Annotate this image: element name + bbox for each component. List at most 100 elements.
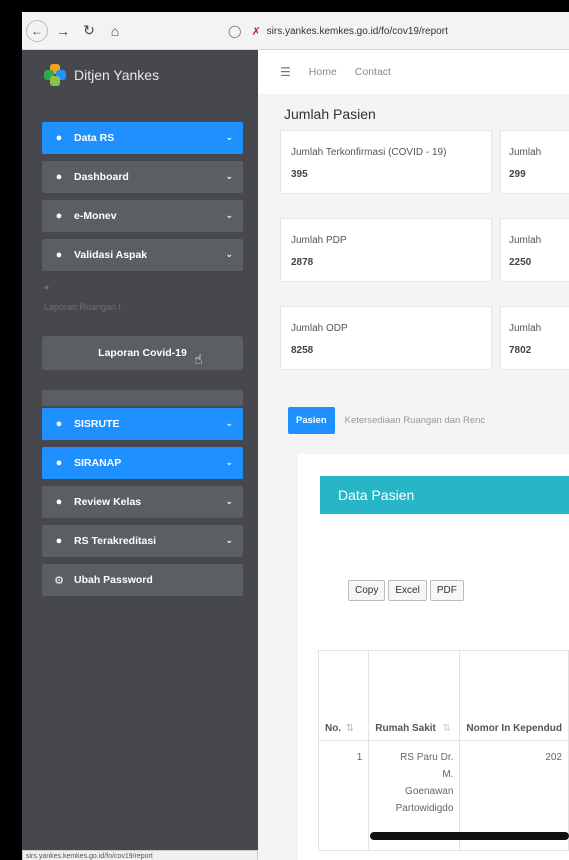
dashboard-icon: ● xyxy=(55,171,63,183)
sidebar-item-e-monev[interactable]: ● e-Monev ⌄ xyxy=(42,200,243,232)
submenu-item-ghost[interactable]: Laporan Ruangan I xyxy=(44,302,121,312)
dashboard-icon: ● xyxy=(55,496,63,508)
sidebar-item-label: Ubah Password xyxy=(74,574,153,586)
export-buttons: Copy Excel PDF xyxy=(348,580,467,601)
sidebar-item-rs-terakreditasi[interactable]: ● RS Terakreditasi ⌄ xyxy=(42,525,243,557)
dashboard-icon: ● xyxy=(55,418,63,430)
dashboard-icon: ● xyxy=(55,132,63,144)
tab-bar: Pasien Ketersediaan Ruangan dan Renc xyxy=(288,406,485,434)
stat-label: Jumlah ODP xyxy=(291,323,348,334)
top-navbar: ☰ Home Contact xyxy=(258,50,569,94)
nav-link-home[interactable]: Home xyxy=(309,66,337,78)
column-header-label: No. xyxy=(325,723,342,734)
sidebar-item-review-kelas[interactable]: ● Review Kelas ⌄ xyxy=(42,486,243,518)
dashboard-icon: ● xyxy=(55,210,63,222)
page-title: Jumlah Pasien xyxy=(284,106,376,122)
sort-icon: ⇅ xyxy=(442,723,452,734)
chevron-down-icon: ⌄ xyxy=(225,249,233,259)
cell-line: RS Paru Dr. xyxy=(400,752,454,763)
main-content: ☰ Home Contact Jumlah Pasien Jumlah Terk… xyxy=(258,50,569,860)
cell-line: Goenawan xyxy=(405,786,454,797)
screen-frame: ← → ↻ ⌂ ◯ ✗ sirs.yankes.kemkes.go.id/fo/… xyxy=(0,0,569,860)
stat-label: Jumlah xyxy=(509,323,542,334)
tab-pasien[interactable]: Pasien xyxy=(288,406,335,434)
cell-no: 1 xyxy=(317,740,370,851)
stat-card: Jumlah 7802 xyxy=(500,306,569,370)
chevron-down-icon: ⌄ xyxy=(225,496,233,506)
dashboard-icon: ● xyxy=(55,457,63,469)
home-icon[interactable]: ⌂ xyxy=(104,20,126,42)
browser-toolbar: ← → ↻ ⌂ ◯ ✗ sirs.yankes.kemkes.go.id/fo/… xyxy=(22,12,569,50)
chevron-down-icon: ⌄ xyxy=(225,210,233,220)
stat-value: 2250 xyxy=(509,257,532,268)
stat-value: 8258 xyxy=(291,345,314,356)
column-header-label: Rumah Sakit xyxy=(375,723,436,734)
sidebar-item-label: SISRUTE xyxy=(74,418,120,430)
submenu-item-laporan-covid19[interactable]: Laporan Covid-19 xyxy=(42,336,243,370)
stat-value: 7802 xyxy=(509,345,532,356)
hand-cursor-icon: ☝ xyxy=(194,351,203,367)
sidebar-item-ubah-password[interactable]: ⚙ Ubah Password xyxy=(42,564,243,596)
column-header-nik[interactable]: Nomor In Kependud xyxy=(459,650,569,741)
back-icon[interactable]: ← xyxy=(26,19,48,42)
dashboard-icon: ● xyxy=(55,249,63,261)
data-panel: Data Pasien Copy Excel PDF No. ⇅ Rumah S… xyxy=(298,454,569,860)
submenu-separator xyxy=(42,390,243,406)
forward-icon[interactable]: → xyxy=(52,20,74,42)
stat-value: 2878 xyxy=(291,257,314,268)
column-header-no[interactable]: No. ⇅ xyxy=(317,650,370,741)
sidebar-item-label: e-Monev xyxy=(74,210,117,222)
sidebar: Ditjen Yankes ● Data RS ⌄ ● Dashboard ⌄ … xyxy=(22,50,258,860)
stat-card: Jumlah ODP 8258 xyxy=(280,306,492,370)
column-header-rumah-sakit[interactable]: Rumah Sakit ⇅ xyxy=(368,650,461,741)
sort-icon: ⇅ xyxy=(345,723,355,734)
stat-value: 299 xyxy=(509,169,526,180)
dashboard-icon: ● xyxy=(55,535,63,547)
chevron-down-icon: ⌄ xyxy=(225,457,233,467)
sidebar-item-validasi-aspak[interactable]: ● Validasi Aspak ⌄ xyxy=(42,239,243,271)
stat-card: Jumlah PDP 2878 xyxy=(280,218,492,282)
sidebar-item-data-rs[interactable]: ● Data RS ⌄ xyxy=(42,122,243,154)
cell-line: Partowidigdo xyxy=(395,803,454,814)
brand[interactable]: Ditjen Yankes xyxy=(44,64,159,86)
copy-button[interactable]: Copy xyxy=(348,580,386,601)
status-url: sirs.yankes.kemkes.go.id/fo/cov19/report xyxy=(22,850,258,860)
stat-label: Jumlah xyxy=(509,235,542,246)
hamburger-menu-icon[interactable]: ☰ xyxy=(280,65,291,79)
tab-ketersediaan-ruangan[interactable]: Ketersediaan Ruangan dan Renc xyxy=(345,415,486,426)
sidebar-item-sisrute[interactable]: ● SISRUTE ⌄ xyxy=(42,408,243,440)
chevron-down-icon: ⌄ xyxy=(225,535,233,545)
patient-table: No. ⇅ Rumah Sakit ⇅ Nomor In Kependud 1 … xyxy=(317,650,569,851)
stat-card: Jumlah 2250 xyxy=(500,218,569,282)
shield-icon: ◯ xyxy=(228,24,242,38)
stat-label: Jumlah xyxy=(509,147,542,158)
sidebar-item-siranap[interactable]: ● SIRANAP ⌄ xyxy=(42,447,243,479)
excel-button[interactable]: Excel xyxy=(388,580,427,601)
panel-title: Data Pasien xyxy=(320,476,569,514)
stat-label: Jumlah Terkonfirmasi (COVID - 19) xyxy=(291,147,447,158)
column-header-label: Nomor In Kependud xyxy=(466,723,562,734)
gear-icon: ⚙ xyxy=(54,574,64,587)
sidebar-item-label: Data RS xyxy=(74,132,115,144)
address-text: sirs.yankes.kemkes.go.id/fo/cov19/report xyxy=(266,25,448,37)
stat-value: 395 xyxy=(291,169,308,180)
reload-icon[interactable]: ↻ xyxy=(78,20,100,42)
browser-window: ← → ↻ ⌂ ◯ ✗ sirs.yankes.kemkes.go.id/fo/… xyxy=(22,12,569,860)
sidebar-item-label: RS Terakreditasi xyxy=(74,535,157,547)
chevron-down-icon: ⌄ xyxy=(225,171,233,181)
insecure-lock-icon[interactable]: ✗ xyxy=(251,25,260,38)
stat-card: Jumlah Terkonfirmasi (COVID - 19) 395 xyxy=(280,130,492,194)
address-bar[interactable]: ◯ ✗ sirs.yankes.kemkes.go.id/fo/cov19/re… xyxy=(228,20,569,42)
brand-name: Ditjen Yankes xyxy=(74,67,160,83)
sidebar-item-dashboard[interactable]: ● Dashboard ⌄ xyxy=(42,161,243,193)
chevron-down-icon: ⌄ xyxy=(225,132,233,142)
dashboard-icon: ● xyxy=(44,282,50,292)
sidebar-item-label: Validasi Aspak xyxy=(74,249,148,261)
horizontal-scrollbar[interactable] xyxy=(370,832,569,840)
stat-card: Jumlah 299 xyxy=(500,130,569,194)
cell-line: M. xyxy=(442,769,454,780)
nav-link-contact[interactable]: Contact xyxy=(355,66,391,78)
pdf-button[interactable]: PDF xyxy=(429,580,464,601)
brand-logo-icon xyxy=(44,64,66,86)
chevron-down-icon: ⌄ xyxy=(225,418,233,428)
